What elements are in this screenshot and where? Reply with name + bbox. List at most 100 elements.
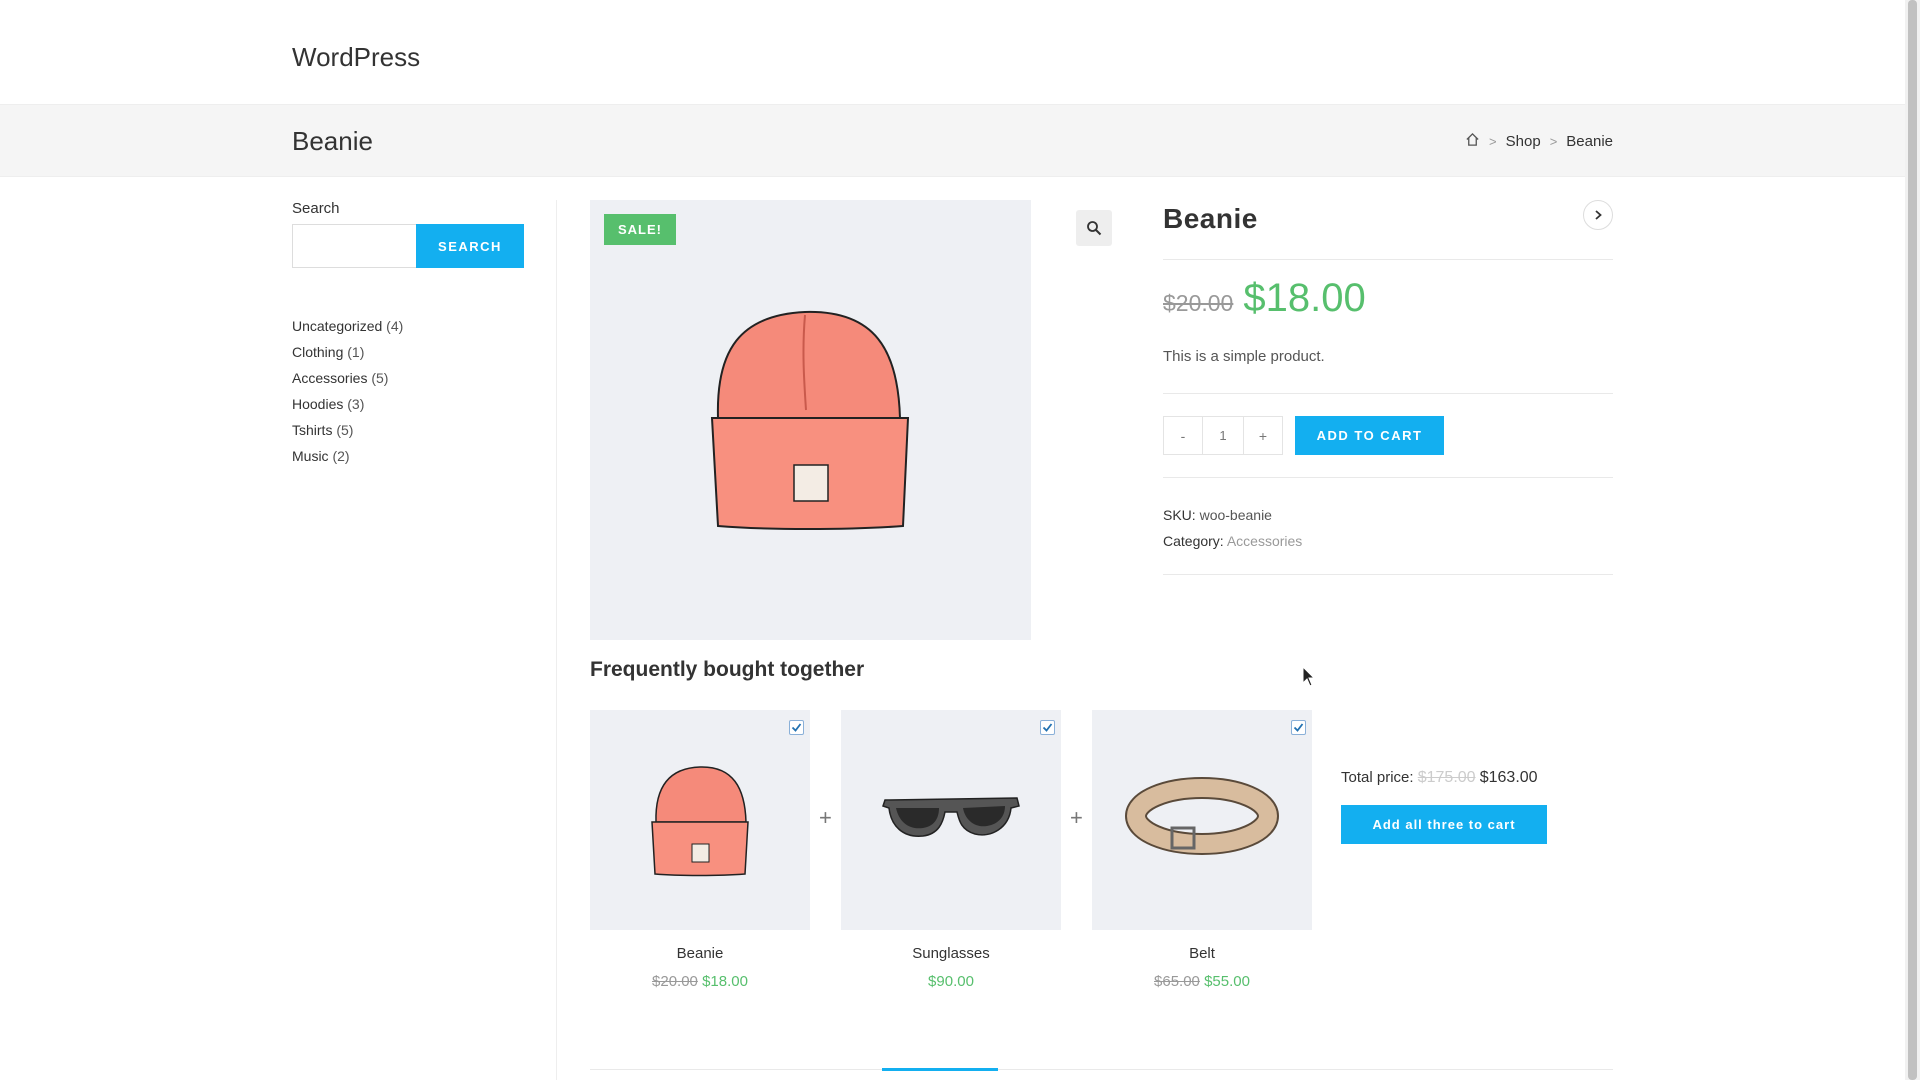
fbt-price-new: $55.00: [1204, 973, 1250, 990]
check-icon: [1293, 723, 1304, 732]
page-title-bar: Beanie > Shop > Beanie: [0, 104, 1905, 177]
add-all-to-cart-button[interactable]: Add all three to cart: [1341, 805, 1547, 844]
home-icon[interactable]: [1465, 132, 1480, 151]
sku-label: SKU:: [1163, 507, 1196, 523]
fbt-item-price: $65.00 $55.00: [1092, 973, 1312, 990]
zoom-button[interactable]: [1076, 210, 1112, 246]
category-link-clothing[interactable]: Clothing: [292, 344, 343, 360]
quantity-stepper: - 1 +: [1163, 416, 1283, 455]
fbt-total-price: Total price: $175.00 $163.00: [1341, 769, 1538, 787]
fbt-total-new: $163.00: [1479, 769, 1538, 786]
tabs-divider: [590, 1069, 1613, 1070]
category-link-tshirts[interactable]: Tshirts: [292, 422, 332, 438]
fbt-plus-sign: +: [819, 805, 832, 830]
category-count: (4): [386, 318, 404, 334]
fbt-item-price: $20.00 $18.00: [590, 973, 810, 990]
breadcrumb-current: Beanie: [1566, 133, 1613, 150]
category-count: (5): [371, 370, 389, 386]
sku-row: SKU: woo-beanie: [1163, 502, 1302, 528]
site-header: WordPress: [0, 0, 1905, 104]
category-link-accessories[interactable]: Accessories: [292, 370, 367, 386]
short-description: This is a simple product.: [1163, 348, 1325, 365]
fbt-item-name[interactable]: Belt: [1092, 945, 1312, 962]
fbt-heading: Frequently bought together: [590, 658, 865, 681]
fbt-item-price: $90.00: [841, 973, 1061, 990]
breadcrumb: > Shop > Beanie: [1465, 132, 1613, 151]
breadcrumb-separator: >: [1549, 134, 1558, 149]
fbt-checkbox-beanie[interactable]: [789, 720, 804, 735]
page: WordPress Beanie > Shop > Beanie Search …: [0, 0, 1920, 1080]
sale-badge: SALE!: [604, 214, 676, 245]
sunglasses-image: [882, 797, 1020, 837]
divider: [1163, 477, 1613, 478]
category-label: Category:: [1163, 533, 1224, 549]
list-item: Clothing (1): [292, 339, 524, 365]
fbt-item-belt-image[interactable]: [1092, 710, 1312, 930]
sidebar-divider: [556, 200, 557, 1080]
fbt-price-new: $90.00: [928, 973, 974, 990]
list-item: Tshirts (5): [292, 417, 524, 443]
belt-image: [1125, 777, 1279, 855]
fbt-total-old: $175.00: [1417, 769, 1476, 786]
search-input[interactable]: [292, 224, 416, 268]
breadcrumb-separator: >: [1489, 134, 1497, 149]
add-to-cart-button[interactable]: ADD TO CART: [1295, 416, 1444, 455]
product-meta: SKU: woo-beanie Category: Accessories: [1163, 502, 1302, 554]
fbt-price-new: $18.00: [702, 973, 748, 990]
chevron-right-icon: [1595, 210, 1602, 220]
beanie-image: [651, 766, 749, 877]
fbt-item-beanie-image[interactable]: [590, 710, 810, 930]
sidebar: Search SEARCH Uncategorized (4) Clothing…: [292, 200, 524, 469]
qty-plus-button[interactable]: +: [1243, 416, 1283, 455]
divider: [1163, 574, 1613, 575]
breadcrumb-shop[interactable]: Shop: [1506, 133, 1541, 150]
category-link-music[interactable]: Music: [292, 448, 329, 464]
product-summary: Beanie: [1163, 200, 1613, 235]
category-link[interactable]: Accessories: [1227, 533, 1302, 549]
divider: [1163, 259, 1613, 260]
category-list: Uncategorized (4) Clothing (1) Accessori…: [292, 313, 524, 469]
tab-active-indicator[interactable]: [882, 1068, 998, 1071]
sku-value: woo-beanie: [1199, 507, 1272, 523]
product-price: $20.00 $18.00: [1163, 276, 1366, 321]
page-title: Beanie: [292, 126, 373, 156]
scrollbar[interactable]: [1905, 0, 1920, 1080]
fbt-checkbox-sunglasses[interactable]: [1040, 720, 1055, 735]
mouse-cursor-icon: [1302, 666, 1316, 687]
next-product-button[interactable]: [1583, 200, 1613, 230]
fbt-plus-sign: +: [1070, 805, 1083, 830]
fbt-item-name[interactable]: Sunglasses: [841, 945, 1061, 962]
product-image[interactable]: SALE!: [590, 200, 1031, 640]
category-link-hoodies[interactable]: Hoodies: [292, 396, 343, 412]
category-link-uncategorized[interactable]: Uncategorized: [292, 318, 382, 334]
fbt-price-old: $20.00: [652, 973, 698, 990]
category-count: (3): [347, 396, 365, 412]
search-button[interactable]: SEARCH: [416, 224, 524, 268]
price-old: $20.00: [1163, 290, 1234, 316]
category-count: (2): [332, 448, 350, 464]
fbt-checkbox-belt[interactable]: [1291, 720, 1306, 735]
search-form: SEARCH: [292, 224, 524, 268]
site-title-link[interactable]: WordPress: [292, 42, 420, 73]
fbt-item-sunglasses-image[interactable]: [841, 710, 1061, 930]
qty-minus-button[interactable]: -: [1163, 416, 1203, 455]
qty-input[interactable]: 1: [1203, 416, 1243, 455]
divider: [1163, 393, 1613, 394]
price-new: $18.00: [1243, 276, 1366, 320]
category-count: (1): [347, 344, 365, 360]
category-row: Category: Accessories: [1163, 528, 1302, 554]
list-item: Hoodies (3): [292, 391, 524, 417]
list-item: Uncategorized (4): [292, 313, 524, 339]
beanie-image: [710, 310, 910, 530]
check-icon: [1042, 723, 1053, 732]
category-count: (5): [336, 422, 354, 438]
fbt-price-old: $65.00: [1154, 973, 1200, 990]
search-label: Search: [292, 200, 340, 217]
list-item: Music (2): [292, 443, 524, 469]
list-item: Accessories (5): [292, 365, 524, 391]
fbt-item-name[interactable]: Beanie: [590, 945, 810, 962]
fbt-total-label: Total price:: [1341, 769, 1414, 786]
product-title: Beanie: [1163, 203, 1258, 234]
scrollbar-thumb[interactable]: [1908, 0, 1917, 1080]
search-icon: [1087, 221, 1102, 236]
